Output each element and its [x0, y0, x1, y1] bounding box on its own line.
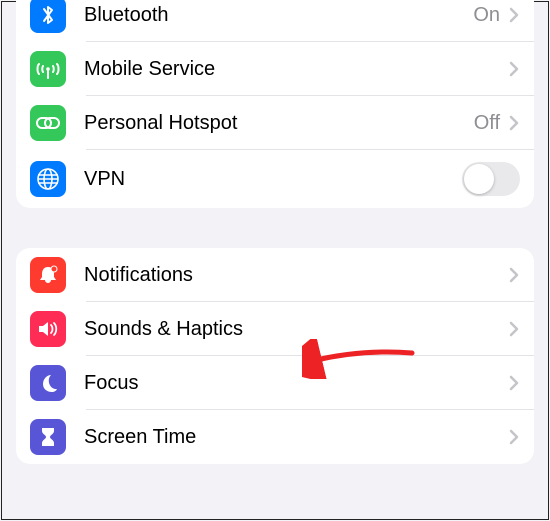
row-label: Screen Time	[84, 426, 508, 449]
settings-group-notifications: Notifications Sounds & Haptics Focus	[16, 248, 534, 464]
row-focus[interactable]: Focus	[16, 356, 534, 410]
row-notifications[interactable]: Notifications	[16, 248, 534, 302]
speaker-icon	[30, 311, 66, 347]
row-status: On	[473, 4, 500, 27]
row-label: Sounds & Haptics	[84, 318, 508, 341]
moon-icon	[30, 365, 66, 401]
hourglass-icon	[30, 419, 66, 455]
row-label: Focus	[84, 372, 508, 395]
toggle-knob	[464, 164, 494, 194]
chevron-right-icon	[508, 61, 520, 77]
antenna-icon	[30, 51, 66, 87]
chevron-right-icon	[508, 7, 520, 23]
globe-icon	[30, 161, 66, 197]
row-label: Bluetooth	[84, 4, 473, 27]
link-icon	[30, 105, 66, 141]
row-label: VPN	[84, 168, 462, 191]
chevron-right-icon	[508, 429, 520, 445]
bluetooth-icon	[30, 0, 66, 33]
row-label: Personal Hotspot	[84, 112, 474, 135]
row-personal-hotspot[interactable]: Personal Hotspot Off	[16, 96, 534, 150]
row-sounds-haptics[interactable]: Sounds & Haptics	[16, 302, 534, 356]
bell-icon	[30, 257, 66, 293]
row-bluetooth[interactable]: Bluetooth On	[16, 0, 534, 42]
row-label: Notifications	[84, 264, 508, 287]
row-status: Off	[474, 112, 500, 135]
row-label: Mobile Service	[84, 58, 508, 81]
row-screen-time[interactable]: Screen Time	[16, 410, 534, 464]
chevron-right-icon	[508, 321, 520, 337]
chevron-right-icon	[508, 375, 520, 391]
row-vpn[interactable]: VPN	[16, 150, 534, 208]
row-mobile-service[interactable]: Mobile Service	[16, 42, 534, 96]
settings-group-connectivity: Bluetooth On Mobile Service	[16, 0, 534, 208]
chevron-right-icon	[508, 115, 520, 131]
vpn-toggle[interactable]	[462, 162, 520, 196]
chevron-right-icon	[508, 267, 520, 283]
